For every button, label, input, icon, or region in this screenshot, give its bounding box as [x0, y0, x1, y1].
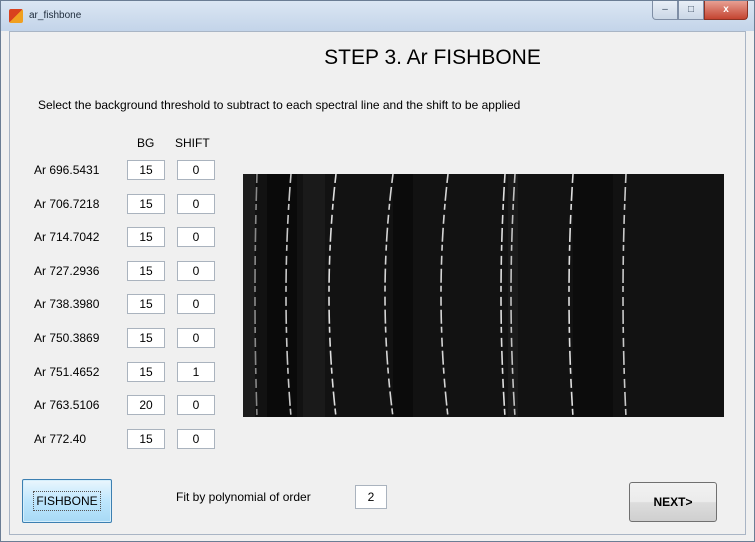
shift-input[interactable]: 0: [177, 194, 215, 214]
bg-threshold-input[interactable]: 15: [127, 227, 165, 247]
bg-threshold-input[interactable]: 20: [127, 395, 165, 415]
matlab-icon: [9, 9, 23, 23]
shift-input[interactable]: 1: [177, 362, 215, 382]
image-band: [303, 174, 325, 417]
app-window: ar_fishbone ‒ □ x STEP 3. Ar FISHBONE Se…: [0, 0, 755, 542]
image-band: [243, 174, 255, 417]
bg-threshold-input[interactable]: 15: [127, 160, 165, 180]
image-band: [393, 174, 413, 417]
shift-input[interactable]: 0: [177, 395, 215, 415]
bg-threshold-input[interactable]: 15: [127, 294, 165, 314]
shift-input[interactable]: 0: [177, 429, 215, 449]
spectral-line-label: Ar 706.7218: [34, 197, 100, 211]
shift-input[interactable]: 0: [177, 294, 215, 314]
page-title: STEP 3. Ar FISHBONE: [324, 46, 541, 69]
fishbone-button[interactable]: FISHBONE: [22, 479, 112, 523]
shift-input[interactable]: 0: [177, 160, 215, 180]
next-button[interactable]: NEXT>: [629, 482, 717, 522]
bg-threshold-input[interactable]: 15: [127, 328, 165, 348]
close-button[interactable]: x: [704, 1, 748, 20]
bg-column-header: BG: [137, 136, 155, 150]
spectral-line-label: Ar 750.3869: [34, 331, 100, 345]
spectral-line-label: Ar 763.5106: [34, 398, 100, 412]
instructions-text: Select the background threshold to subtr…: [38, 98, 521, 112]
polynomial-order-input[interactable]: 2: [355, 485, 387, 509]
shift-input[interactable]: 0: [177, 328, 215, 348]
maximize-button[interactable]: □: [678, 1, 704, 20]
image-band: [573, 174, 613, 417]
title-bar: ar_fishbone ‒ □ x: [1, 1, 754, 31]
spectral-line-label: Ar 751.4652: [34, 365, 100, 379]
spectral-line-label: Ar 696.5431: [34, 163, 100, 177]
minimize-button[interactable]: ‒: [652, 1, 678, 20]
shift-input[interactable]: 0: [177, 261, 215, 281]
fishbone-spectrum-image: [243, 174, 724, 417]
polynomial-order-label: Fit by polynomial of order: [176, 490, 311, 504]
bg-threshold-input[interactable]: 15: [127, 362, 165, 382]
image-band: [267, 174, 297, 417]
shift-column-header: SHIFT: [175, 136, 210, 150]
spectral-line-label: Ar 772.40: [34, 432, 87, 446]
bg-threshold-input[interactable]: 15: [127, 261, 165, 281]
window-controls: ‒ □ x: [652, 1, 748, 21]
spectral-line-label: Ar 738.3980: [34, 297, 100, 311]
window-title: ar_fishbone: [29, 10, 82, 21]
bg-threshold-input[interactable]: 15: [127, 429, 165, 449]
shift-input[interactable]: 0: [177, 227, 215, 247]
dialog-content: STEP 3. Ar FISHBONE Select the backgroun…: [9, 31, 746, 535]
bg-threshold-input[interactable]: 15: [127, 194, 165, 214]
fishbone-button-label: FISHBONE: [33, 491, 101, 511]
spectral-line-label: Ar 727.2936: [34, 264, 100, 278]
spectral-line-label: Ar 714.7042: [34, 230, 100, 244]
